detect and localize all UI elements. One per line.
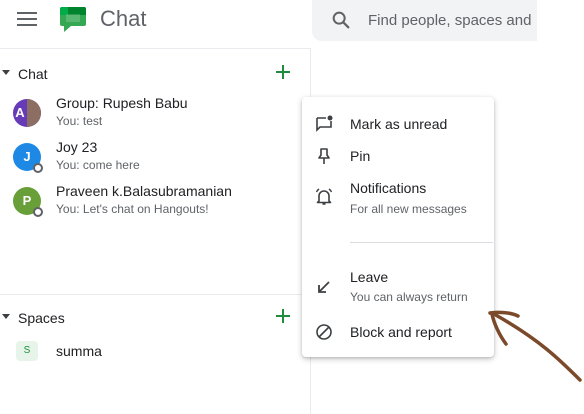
section-divider: [0, 294, 311, 295]
spaces-section-title: Spaces: [18, 310, 65, 326]
menu-sublabel: For all new messages: [350, 202, 467, 216]
annotation-arrow-icon: [488, 310, 582, 382]
sidebar: Chat A Group: Rupesh Babu You: test J Jo…: [0, 48, 311, 414]
chat-section-header[interactable]: Chat: [0, 61, 311, 87]
chat-preview: You: come here: [56, 158, 140, 172]
pin-icon: [318, 148, 330, 164]
collapse-caret-icon[interactable]: [2, 314, 10, 319]
group-photo-icon: [27, 99, 41, 127]
menu-item-pin[interactable]: Pin: [302, 145, 494, 167]
chat-logo-icon: [60, 7, 86, 32]
chat-item-group-rupesh[interactable]: A Group: Rupesh Babu You: test: [0, 95, 311, 137]
search-bar[interactable]: [312, 0, 538, 41]
menu-label: Pin: [350, 148, 371, 164]
space-name: summa: [56, 343, 102, 359]
chat-name: Joy 23: [56, 139, 98, 155]
menu-item-notifications[interactable]: Notifications For all new messages: [302, 177, 494, 221]
chat-preview: You: Let's chat on Hangouts!: [56, 202, 209, 216]
chat-preview: You: test: [56, 114, 103, 128]
avatar: A: [13, 99, 41, 127]
presence-status-icon: [33, 163, 43, 173]
presence-status-icon: [33, 207, 43, 217]
menu-item-block-report[interactable]: Block and report: [302, 321, 494, 343]
search-input[interactable]: [368, 9, 538, 31]
menu-divider: [350, 242, 493, 243]
menu-label: Block and report: [350, 324, 452, 340]
leave-arrow-icon: [318, 281, 330, 293]
space-item-summa[interactable]: S summa: [0, 340, 311, 366]
chat-section-title: Chat: [18, 66, 48, 82]
main-menu-icon[interactable]: [17, 11, 39, 27]
search-icon[interactable]: [330, 9, 352, 31]
chat-name: Group: Rupesh Babu: [56, 95, 188, 111]
menu-item-mark-unread[interactable]: Mark as unread: [302, 113, 494, 135]
top-bar: Chat: [0, 0, 584, 46]
menu-label: Notifications: [350, 180, 427, 196]
app-title: Chat: [100, 6, 147, 31]
mark-unread-icon: [316, 115, 333, 132]
chat-name: Praveen k.Balasubramanian: [56, 183, 232, 199]
menu-label: Mark as unread: [350, 116, 448, 132]
notification-bell-icon: [315, 188, 333, 205]
menu-sublabel: You can always return: [350, 290, 468, 304]
block-icon: [316, 324, 332, 340]
context-menu: Mark as unread Pin Notifications For all…: [302, 97, 494, 357]
space-avatar-icon: S: [16, 341, 38, 361]
new-space-plus-icon[interactable]: [274, 307, 292, 325]
new-chat-plus-icon[interactable]: [274, 63, 292, 81]
spaces-section-header[interactable]: Spaces: [0, 305, 311, 331]
chat-item-joy[interactable]: J Joy 23 You: come here: [0, 139, 311, 181]
chat-item-praveen[interactable]: P Praveen k.Balasubramanian You: Let's c…: [0, 183, 311, 225]
collapse-caret-icon[interactable]: [2, 70, 10, 75]
menu-label: Leave: [350, 269, 389, 285]
menu-item-leave[interactable]: Leave You can always return: [302, 269, 494, 309]
